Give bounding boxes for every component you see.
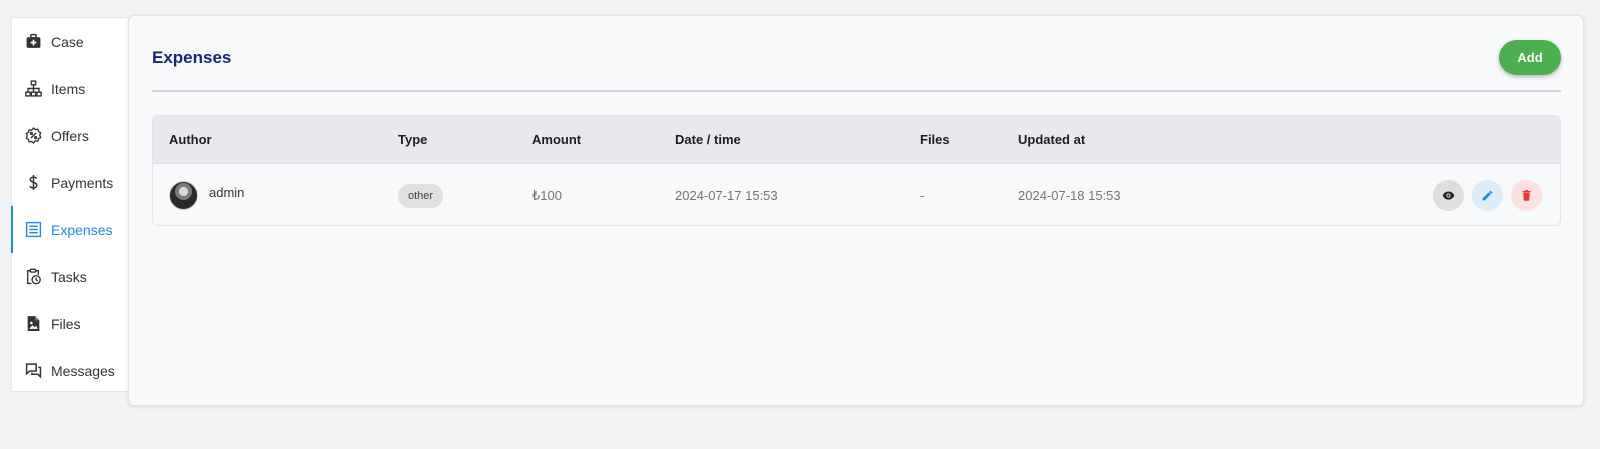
sidebar-item-label: Offers (51, 127, 89, 144)
sidebar-item-messages[interactable]: Messages (12, 347, 128, 394)
sidebar-item-files[interactable]: Files (12, 300, 128, 347)
sitemap-icon (24, 80, 42, 98)
date-time-cell: 2024-07-17 15:53 (675, 188, 778, 203)
column-header-updated-at: Updated at (1018, 132, 1086, 147)
sidebar-item-label: Tasks (51, 268, 87, 285)
sidebar-item-tasks[interactable]: Tasks (12, 253, 128, 300)
sidebar-item-case[interactable]: Case (12, 18, 128, 65)
sidebar-item-label: Files (51, 315, 81, 332)
page-title: Expenses (152, 48, 232, 67)
list-icon (24, 221, 42, 239)
sidebar-item-label: Case (51, 33, 84, 50)
author-name: admin (209, 185, 245, 200)
sidebar-item-label: Items (51, 80, 86, 97)
sidebar-item-label: Payments (51, 174, 114, 191)
delete-button[interactable] (1511, 180, 1542, 211)
column-header-date-time: Date / time (675, 132, 741, 147)
view-button[interactable] (1433, 180, 1464, 211)
avatar (169, 181, 198, 210)
sidebar-item-expenses[interactable]: Expenses (11, 206, 128, 253)
column-header-author: Author (169, 132, 212, 147)
column-header-files: Files (920, 132, 950, 147)
expenses-table: Author Type Amount Date / time Files Upd… (152, 115, 1561, 226)
column-header-amount: Amount (532, 132, 582, 147)
column-header-type: Type (398, 132, 428, 147)
badge-percent-icon (24, 127, 42, 145)
divider (152, 90, 1561, 92)
expenses-card: Expenses Add Author Type Amount Date / t… (128, 15, 1584, 406)
clipboard-clock-icon (24, 268, 42, 286)
table-header: Author Type Amount Date / time Files Upd… (153, 116, 1560, 164)
edit-button[interactable] (1472, 180, 1503, 211)
sidebar-item-offers[interactable]: Offers (12, 112, 128, 159)
dollar-icon (24, 174, 42, 192)
table-row: admin other ₺100 2024-07-17 15:53 - 2024… (153, 164, 1560, 225)
type-chip: other (398, 184, 444, 208)
trash-icon (1522, 189, 1531, 201)
file-image-icon (24, 315, 42, 333)
briefcase-medical-icon (24, 33, 42, 51)
eye-icon (1442, 191, 1455, 200)
sidebar-item-items[interactable]: Items (12, 65, 128, 112)
pencil-icon (1482, 190, 1493, 201)
updated-at-cell: 2024-07-18 15:53 (1018, 188, 1121, 203)
sidebar-item-label: Expenses (51, 221, 113, 238)
sidebar-item-label: Messages (51, 362, 115, 379)
amount-cell: ₺100 (532, 188, 562, 203)
sidebar: Case Items Offers Payments Expenses Task… (11, 17, 128, 392)
files-cell: - (920, 188, 925, 203)
sidebar-item-payments[interactable]: Payments (12, 159, 128, 206)
add-button[interactable]: Add (1499, 40, 1561, 75)
chat-bubbles-icon (24, 362, 42, 380)
